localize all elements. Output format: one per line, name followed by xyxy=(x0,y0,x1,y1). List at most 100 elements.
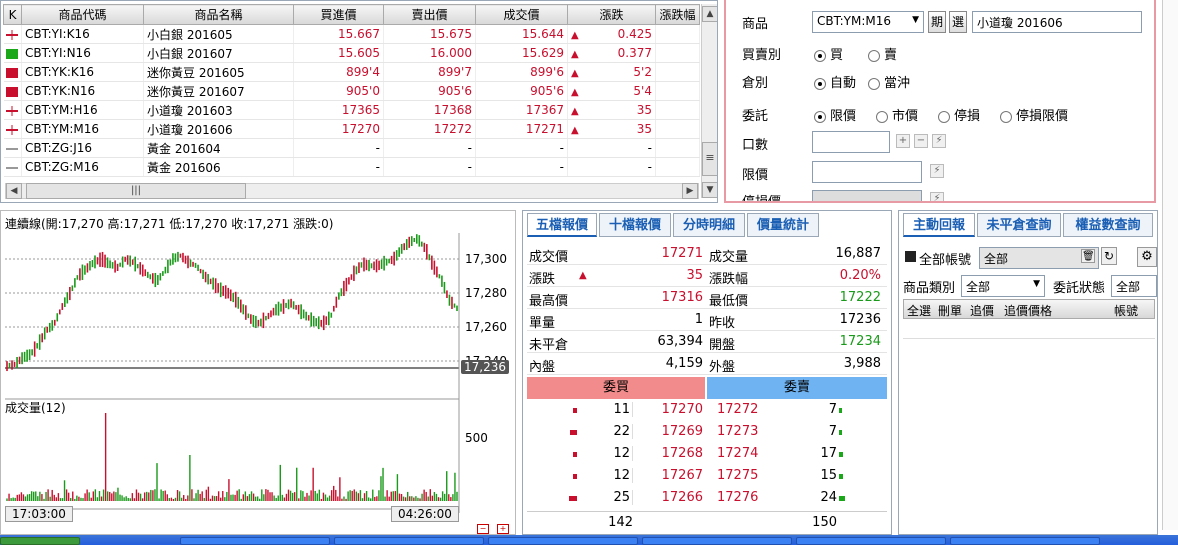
tab-equity[interactable]: 權益數查詢 xyxy=(1063,213,1153,237)
quote-col-header[interactable]: 買進價 xyxy=(293,4,384,25)
ask-price[interactable]: 17275 xyxy=(717,468,773,483)
trash-icon[interactable]: 🗑 xyxy=(1081,249,1095,263)
quote-name: 小道瓊 201603 xyxy=(143,100,294,120)
category-select[interactable]: 全部 ▼ xyxy=(961,275,1045,297)
product-select[interactable]: CBT:YM:M16 ▼ xyxy=(812,11,924,33)
taskbar-item[interactable] xyxy=(796,537,946,545)
up-arrow-icon: ▲ xyxy=(571,87,579,98)
side-buy-radio[interactable]: 買 xyxy=(814,44,843,63)
start-button[interactable] xyxy=(0,537,80,545)
type-market-radio[interactable]: 市價 xyxy=(876,105,918,124)
type-stoplimit-label: 停損限價 xyxy=(1016,109,1069,124)
taskbar-item[interactable] xyxy=(642,537,792,545)
tab-time-detail[interactable]: 分時明細 xyxy=(673,213,745,237)
quote-bid: 17270 xyxy=(293,119,384,139)
current-price-tag: 17,236 xyxy=(461,360,509,374)
quote-vertical-scrollbar[interactable]: ▲ ≡ ▼ xyxy=(701,4,717,198)
book-row[interactable]: 22 17269 17273 7 xyxy=(527,421,887,443)
taskbar-item[interactable] xyxy=(334,537,484,545)
quote-row[interactable]: CBT:YI:K16 小白銀 201605 15.667 15.675 15.644 ▲ 0… xyxy=(3,24,700,44)
quote-col-header[interactable]: 漲跌幅 xyxy=(655,4,700,25)
up-arrow-icon: ▲ xyxy=(571,125,579,136)
quote-code: CBT:YK:K16 xyxy=(21,62,144,82)
side-sell-radio[interactable]: 賣 xyxy=(868,44,897,63)
product-name-field[interactable]: 小道瓊 201606 xyxy=(972,11,1142,33)
tab-volume-stats[interactable]: 價量統計 xyxy=(747,213,819,237)
quote-row[interactable]: CBT:ZG:J16 黃金 201604- - - - xyxy=(3,138,700,158)
quote-row[interactable]: CBT:ZG:M16 黃金 201606- - - - xyxy=(3,157,700,177)
chart-svg[interactable] xyxy=(1,211,515,534)
chart-minus-icon[interactable]: − xyxy=(477,524,489,534)
status-select[interactable]: 全部 xyxy=(1111,275,1157,297)
scroll-thumb-icon[interactable]: ≡ xyxy=(702,142,717,176)
lightning-icon[interactable]: ⚡ xyxy=(932,134,946,148)
tab-active-report[interactable]: 主動回報 xyxy=(903,213,975,237)
quote-row[interactable]: CBT:YK:N16 迷你黃豆 201607 905'0 905'6 905'6 ▲ 5'4 xyxy=(3,81,700,101)
quote-row[interactable]: CBT:YM:M16 小道瓊 201606 17270 17272 17271 ▲ 35 xyxy=(3,119,700,139)
book-row[interactable]: 12 17267 17275 15 xyxy=(527,465,887,487)
radio-icon xyxy=(868,49,880,62)
quote-col-header[interactable]: 成交價 xyxy=(475,4,568,25)
quote-col-header[interactable]: K xyxy=(3,4,22,25)
taskbar-item[interactable] xyxy=(950,537,1100,545)
stat-label: 成交量 xyxy=(709,250,749,265)
type-stop-radio[interactable]: 停損 xyxy=(938,105,980,124)
price-input[interactable] xyxy=(812,161,922,183)
type-limit-label: 限價 xyxy=(830,109,857,124)
quote-horizontal-scrollbar[interactable]: ◀ ||| ▶ xyxy=(5,183,699,199)
quote-row[interactable]: CBT:YK:K16 迷你黃豆 201605 899'4 899'7 899'6 ▲ 5'2 xyxy=(3,62,700,82)
bid-price[interactable]: 17267 xyxy=(639,468,703,483)
quote-col-header[interactable]: 商品名稱 xyxy=(143,4,294,25)
refresh-icon[interactable]: ↻ xyxy=(1101,247,1117,265)
type-limit-radio[interactable]: 限價 xyxy=(814,105,856,124)
scroll-down-icon[interactable]: ▼ xyxy=(702,182,717,198)
hscroll-thumb-icon[interactable]: ||| xyxy=(26,183,246,199)
gear-icon[interactable]: ⚙ xyxy=(1137,247,1157,267)
book-row[interactable]: 25 17266 17276 24 xyxy=(527,487,887,509)
book-row[interactable]: 11 17270 17272 7 xyxy=(527,399,887,421)
ask-price[interactable]: 17272 xyxy=(717,402,773,417)
lightning-icon[interactable]: ⚡ xyxy=(930,164,944,178)
scroll-left-icon[interactable]: ◀ xyxy=(6,183,22,199)
scroll-right-icon[interactable]: ▶ xyxy=(682,183,698,199)
position-label: 倉別 xyxy=(742,76,769,91)
book-row[interactable]: 12 17268 17274 17 xyxy=(527,443,887,465)
quote-col-header[interactable]: 漲跌 xyxy=(567,4,656,25)
bid-price[interactable]: 17270 xyxy=(639,402,703,417)
ask-price[interactable]: 17276 xyxy=(717,490,773,505)
bid-price[interactable]: 17268 xyxy=(639,446,703,461)
tab-five-level[interactable]: 五檔報價 xyxy=(527,213,597,237)
taskbar-item[interactable] xyxy=(180,537,330,545)
type-stoplimit-radio[interactable]: 停損限價 xyxy=(1000,105,1068,124)
options-button[interactable]: 選 xyxy=(949,11,967,33)
checkbox-checked-icon[interactable] xyxy=(905,251,916,262)
scroll-up-icon[interactable]: ▲ xyxy=(702,6,717,22)
chart-plus-icon[interactable]: + xyxy=(497,524,509,534)
up-arrow-icon: ▲ xyxy=(571,30,579,41)
tab-ten-level[interactable]: 十檔報價 xyxy=(599,213,671,237)
radio-icon xyxy=(868,77,880,90)
quantity-input[interactable] xyxy=(812,131,890,153)
quote-bid: 905'0 xyxy=(293,81,384,101)
quote-row[interactable]: CBT:YI:N16 小白銀 201607 15.605 16.000 15.629 ▲ 0… xyxy=(3,43,700,63)
lightning-icon[interactable]: ⚡ xyxy=(930,192,944,201)
taskbar-item[interactable] xyxy=(488,537,638,545)
futures-button[interactable]: 期 xyxy=(928,11,946,33)
pos-auto-radio[interactable]: 自動 xyxy=(814,72,856,91)
minus-icon[interactable]: − xyxy=(914,134,928,148)
bid-price[interactable]: 17269 xyxy=(639,424,703,439)
quote-row[interactable]: CBT:YM:H16 小道瓊 201603 17365 17368 17367 ▲ 35 xyxy=(3,100,700,120)
quote-last: - xyxy=(475,157,568,177)
bid-qty: 22 xyxy=(587,424,633,439)
quote-col-header[interactable]: 商品代碼 xyxy=(21,4,144,25)
plus-icon[interactable]: + xyxy=(896,134,910,148)
bid-price[interactable]: 17266 xyxy=(639,490,703,505)
col-select-all[interactable]: 全選 xyxy=(907,302,931,319)
quote-name: 小白銀 201605 xyxy=(143,24,294,44)
quote-col-header[interactable]: 賣出價 xyxy=(383,4,476,25)
pos-day-radio[interactable]: 當沖 xyxy=(868,72,910,91)
ask-price[interactable]: 17273 xyxy=(717,424,773,439)
ask-price[interactable]: 17274 xyxy=(717,446,773,461)
stop-price-input[interactable] xyxy=(812,190,922,201)
tab-open-position[interactable]: 未平倉查詢 xyxy=(977,213,1061,237)
